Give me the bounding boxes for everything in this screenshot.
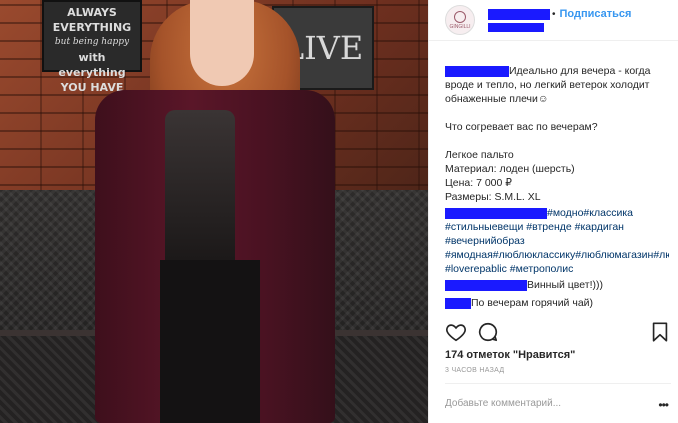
post-time[interactable]: 3 ЧАСОВ НАЗАД [445,367,504,374]
avatar[interactable]: GINGILLI [445,5,475,35]
caption-question: Что согревает вас по вечерам? [445,121,598,133]
username-redacted[interactable] [488,8,550,20]
caption: Идеально для вечера - когда вроде и тепл… [445,64,669,314]
sign-left-line1: ALWAYS [67,6,117,19]
model-top [165,110,235,270]
sign-left: ALWAYS EVERYTHING but being happy with e… [42,0,142,94]
caption-sizes: Размеры: S.M.L. XL [445,191,541,203]
model-pants [160,260,260,423]
bookmark-icon[interactable] [649,321,671,343]
likes-count[interactable]: 174 отметок "Нравится" [445,349,575,361]
caption-price: Цена: 7 000 ₽ [445,177,512,189]
hashtag-author-redacted[interactable] [445,207,547,219]
sign-left-line2: EVERYTHING [52,21,132,34]
sign-left-line4: with everything [58,51,126,79]
header-names: • Подписаться [488,8,631,32]
heart-icon[interactable] [445,321,467,343]
divider [445,383,671,384]
caption-item-name: Легкое пальто [445,149,514,161]
caption-author-redacted[interactable] [445,65,509,77]
more-options-icon[interactable]: ••• [658,398,669,412]
follow-button[interactable]: Подписаться [560,8,632,20]
comment-input[interactable]: Добавьте комментарий... [445,398,561,409]
avatar-text: GINGILLI [449,23,471,30]
post-header: GINGILLI • Подписаться [429,0,678,41]
action-bar [445,321,669,343]
location-redacted[interactable] [488,23,544,32]
post-photo[interactable]: ALWAYS EVERYTHING but being happy with e… [0,0,428,423]
logo-icon [454,10,466,23]
bullet: • [552,8,556,20]
post-sidebar: GINGILLI • Подписаться Идеально для вече… [428,0,678,423]
model-face [190,0,254,86]
comment2-author-redacted[interactable] [445,297,471,309]
caption-material: Материал: лоден (шерсть) [445,163,575,175]
comment-icon[interactable] [477,321,499,343]
instagram-post: ALWAYS EVERYTHING but being happy with e… [0,0,678,423]
comment1-author-redacted[interactable] [445,279,527,291]
sign-left-line3: but being happy [54,37,130,47]
comment1-text: Винный цвет!))) [527,279,603,291]
header-row: • Подписаться [488,8,631,20]
comment2-text: По вечерам горячий чай) [471,297,594,309]
